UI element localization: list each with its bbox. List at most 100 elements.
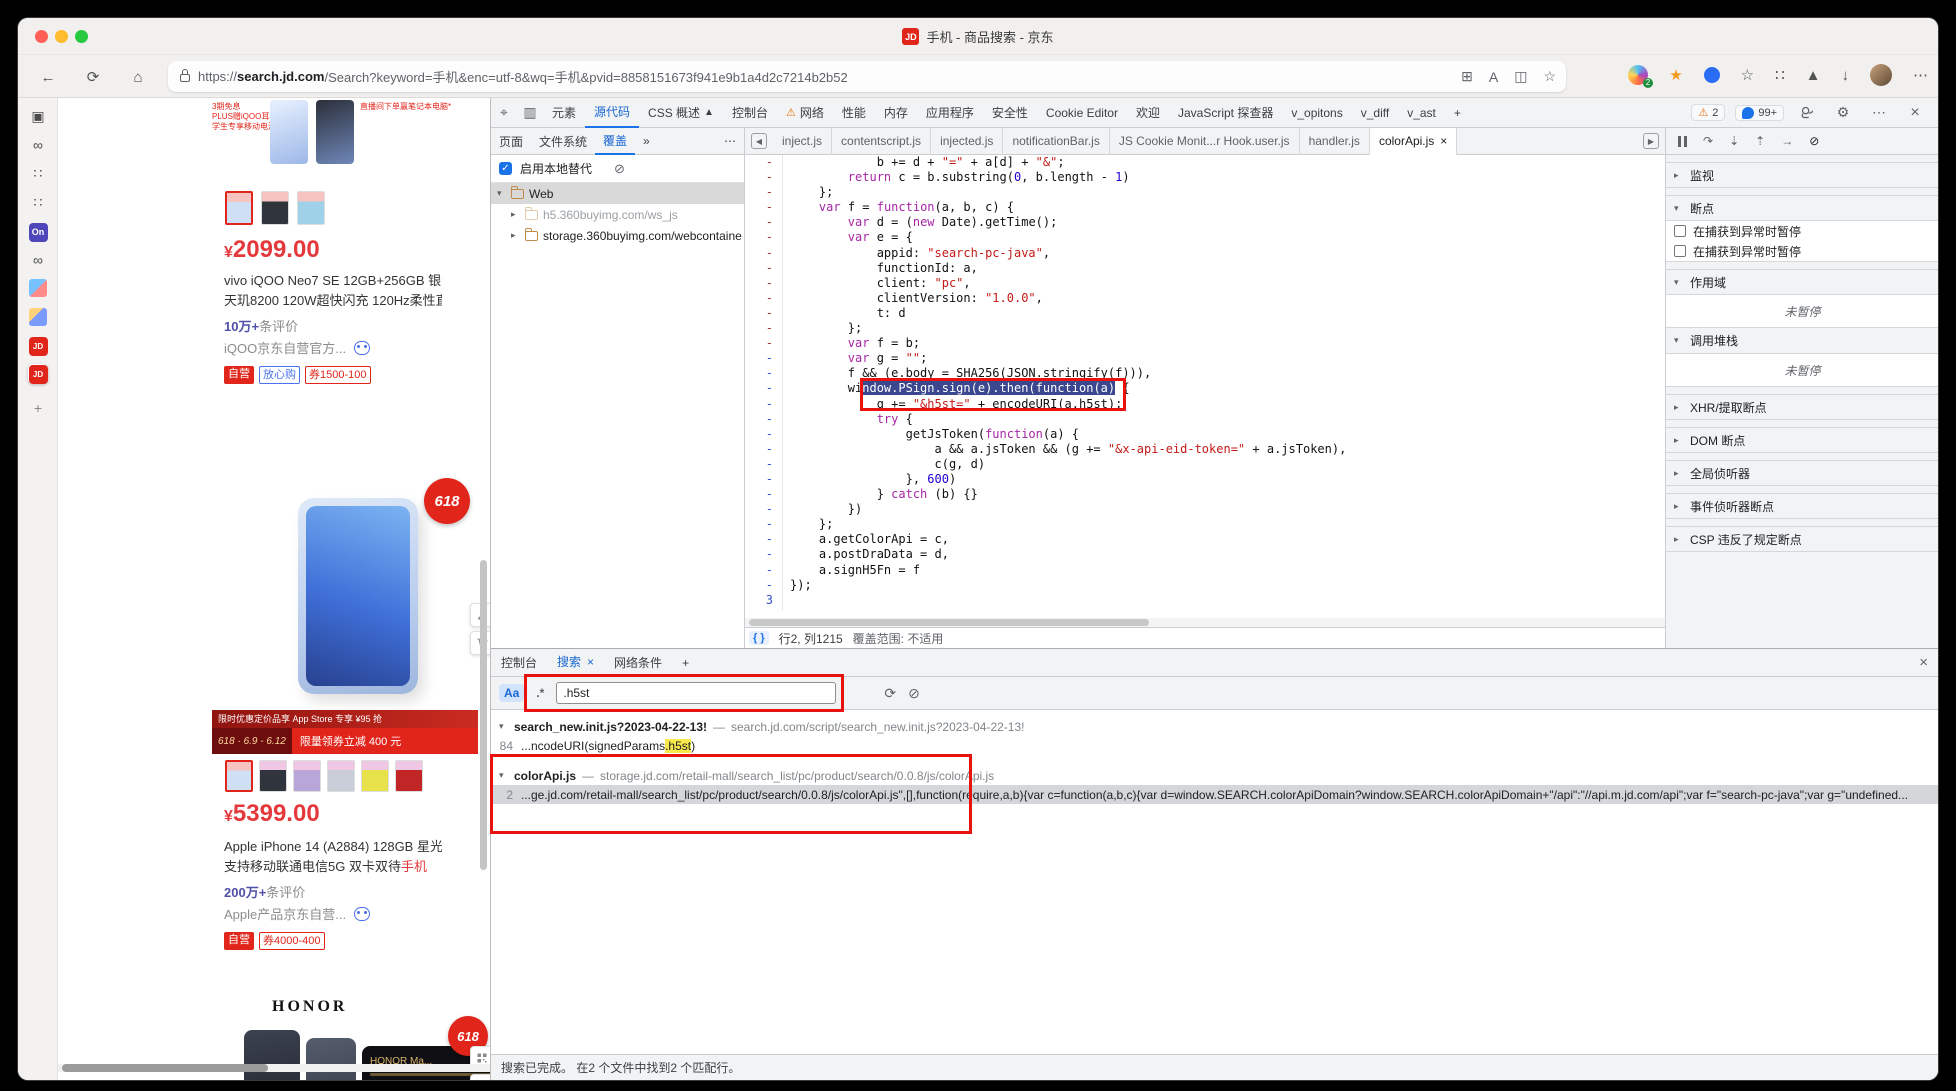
page-vertical-scrollbar[interactable] <box>480 560 487 870</box>
refresh-icon[interactable]: ⟳ <box>80 64 106 90</box>
warnings-badge[interactable]: ⚠2 <box>1691 104 1725 121</box>
product-image[interactable] <box>298 498 418 694</box>
navigator-more-icon[interactable]: ⋯ <box>716 128 744 155</box>
gallery-icon[interactable] <box>28 278 48 298</box>
back-to-top-button[interactable] <box>470 1074 490 1080</box>
tab-scroll-left-icon[interactable]: ◀ <box>751 133 767 149</box>
step-into-icon[interactable]: ⇣ <box>1729 134 1739 148</box>
section-global-listeners[interactable]: ▸ 全局侦听器 <box>1666 460 1938 486</box>
profile-avatar[interactable] <box>1870 64 1892 86</box>
pause-icon[interactable] <box>1678 136 1687 147</box>
gallery-icon[interactable] <box>28 307 48 327</box>
product-thumbnail[interactable] <box>395 760 423 792</box>
deactivate-breakpoints-icon[interactable]: ⊘ <box>1809 134 1819 148</box>
section-scope[interactable]: ▾ 作用域 <box>1666 269 1938 295</box>
browser-essentials-icon[interactable]: ▲ <box>1806 67 1821 84</box>
product-thumbnail[interactable] <box>327 760 355 792</box>
infinity-icon[interactable]: ∞ <box>28 250 48 270</box>
section-callstack[interactable]: ▾ 调用堆栈 <box>1666 328 1938 354</box>
promo-strip-618[interactable]: 618 · 6.9 - 6.12 限量领券立减 400 元 <box>212 728 478 754</box>
product-thumbnail[interactable] <box>225 191 253 225</box>
section-xhr-breakpoints[interactable]: ▸ XHR/提取断点 <box>1666 394 1938 420</box>
apps-grid-icon[interactable]: ∷ <box>28 163 48 183</box>
file-tab-js-cookie-monitor[interactable]: JS Cookie Monit...r Hook.user.js <box>1110 128 1300 155</box>
tab-v-diff[interactable]: v_diff <box>1352 98 1398 128</box>
product-title[interactable]: vivo iQOO Neo7 SE 12GB+256GB 银河 <box>224 270 442 289</box>
tab-welcome[interactable]: 欢迎 <box>1127 98 1169 128</box>
product-title[interactable]: 支持移动联通电信5G 双卡双待手机 <box>224 856 442 875</box>
issues-icon[interactable] <box>1794 100 1820 126</box>
product-title[interactable]: 天玑8200 120W超快闪充 120Hz柔性直 <box>224 290 442 309</box>
section-breakpoints[interactable]: ▾ 断点 <box>1666 195 1938 221</box>
file-tab-colorapi[interactable]: colorApi.js× <box>1370 128 1457 155</box>
tab-performance[interactable]: 性能 <box>833 98 875 128</box>
tree-item-h5-360buyimg[interactable]: ▸ h5.360buyimg.com/ws_js <box>491 204 744 225</box>
file-tab-handler[interactable]: handler.js <box>1300 128 1370 155</box>
drawer-tab-network-conditions[interactable]: 网络条件 <box>604 649 672 677</box>
file-tab-notificationbar[interactable]: notificationBar.js <box>1003 128 1109 155</box>
clear-overrides-icon[interactable]: ⊘ <box>614 161 625 177</box>
product-thumbnail[interactable] <box>261 191 289 225</box>
tab-cookie-editor[interactable]: Cookie Editor <box>1037 98 1127 128</box>
downloads-icon[interactable]: ↓ <box>1842 67 1850 84</box>
tree-item-web[interactable]: ▾ Web <box>491 183 744 204</box>
tab-elements[interactable]: 元素 <box>543 98 585 128</box>
home-icon[interactable]: ⌂ <box>125 64 151 90</box>
search-result-file[interactable]: ▾ colorApi.js — storage.jd.com/retail-ma… <box>491 766 1938 785</box>
tab-application[interactable]: 应用程序 <box>917 98 983 128</box>
tab-v-opitons[interactable]: v_opitons <box>1282 98 1351 128</box>
gear-icon[interactable]: ⚙ <box>1830 100 1856 126</box>
settings-more-icon[interactable]: ⋯ <box>1913 66 1928 84</box>
file-tab-inject[interactable]: inject.js <box>773 128 832 155</box>
product-thumbnail[interactable] <box>293 760 321 792</box>
tree-item-storage-360buyimg[interactable]: ▸ storage.360buyimg.com/webcontaine <box>491 225 744 246</box>
inspect-element-icon[interactable]: ⌖ <box>491 100 517 126</box>
add-drawer-tab-icon[interactable]: + <box>672 649 699 677</box>
pause-on-caught-exceptions-row[interactable]: 在捕获到异常时暂停 <box>1666 241 1938 261</box>
split-screen-icon[interactable]: ⊞ <box>1461 68 1473 85</box>
tab-memory[interactable]: 内存 <box>875 98 917 128</box>
refresh-search-icon[interactable]: ⟳ <box>884 685 896 702</box>
close-drawer-icon[interactable]: × <box>1919 654 1928 671</box>
product-shop[interactable]: Apple产品京东自营... <box>224 904 370 923</box>
onenote-icon[interactable]: On <box>28 222 48 242</box>
apps-grid-icon[interactable]: ∷ <box>28 192 48 212</box>
section-event-listener-breakpoints[interactable]: ▸ 事件侦听器断点 <box>1666 493 1938 519</box>
tab-js-profiler[interactable]: JavaScript 探查器 <box>1169 98 1282 128</box>
checkbox[interactable] <box>1674 245 1686 257</box>
search-input[interactable] <box>556 682 836 704</box>
tab-scroll-right-icon[interactable]: ▶ <box>1643 133 1659 149</box>
section-watch[interactable]: ▸ 监视 <box>1666 162 1938 188</box>
product-thumbnail[interactable] <box>259 760 287 792</box>
product-reviews[interactable]: 200万+条评价 <box>224 882 305 901</box>
add-tab-icon[interactable]: + <box>1445 98 1470 128</box>
tab-css-overview[interactable]: CSS 概述▲ <box>639 98 723 128</box>
search-result-file[interactable]: ▾ search_new.init.js?2023-04-22-13! — se… <box>491 717 1938 736</box>
search-result-match[interactable]: 84 ...ncodeURI(signedParams.h5st) <box>491 736 1938 755</box>
lock-icon[interactable] <box>180 74 190 82</box>
product-reviews[interactable]: 10万+条评价 <box>224 316 298 335</box>
side-panel-icon[interactable]: ◫ <box>1514 68 1527 85</box>
navigator-tab-page[interactable]: 页面 <box>491 128 531 155</box>
rewards-icon[interactable]: 2 <box>1628 65 1648 85</box>
step-icon[interactable]: → <box>1781 134 1793 148</box>
messages-badge[interactable]: 99+ <box>1735 105 1784 121</box>
device-toolbar-icon[interactable]: ▥ <box>517 100 543 126</box>
product-thumbnail[interactable] <box>225 760 253 792</box>
code-area[interactable]: -----------------------------3 b += d + … <box>745 155 1665 611</box>
product-shop[interactable]: iQOO京东自营官方... <box>224 338 370 357</box>
close-tab-icon[interactable]: × <box>587 655 594 669</box>
navigator-tab-filesystem[interactable]: 文件系统 <box>531 128 595 155</box>
tab-v-ast[interactable]: v_ast <box>1398 98 1445 128</box>
step-out-icon[interactable]: ⇡ <box>1755 134 1765 148</box>
section-dom-breakpoints[interactable]: ▸ DOM 断点 <box>1666 427 1938 453</box>
more-tabs-icon[interactable]: » <box>635 128 658 155</box>
back-icon[interactable]: ← <box>35 64 61 90</box>
close-tab-icon[interactable]: × <box>1440 134 1447 148</box>
chat-icon[interactable] <box>354 341 370 355</box>
drawer-tab-console[interactable]: 控制台 <box>491 649 547 677</box>
section-csp-violation-breakpoints[interactable]: ▸ CSP 违反了规定断点 <box>1666 526 1938 552</box>
jd-app-icon-active[interactable]: JD <box>28 364 48 384</box>
tab-network[interactable]: ⚠网络 <box>777 98 833 128</box>
product-title[interactable]: Apple iPhone 14 (A2884) 128GB 星光色 <box>224 836 442 855</box>
